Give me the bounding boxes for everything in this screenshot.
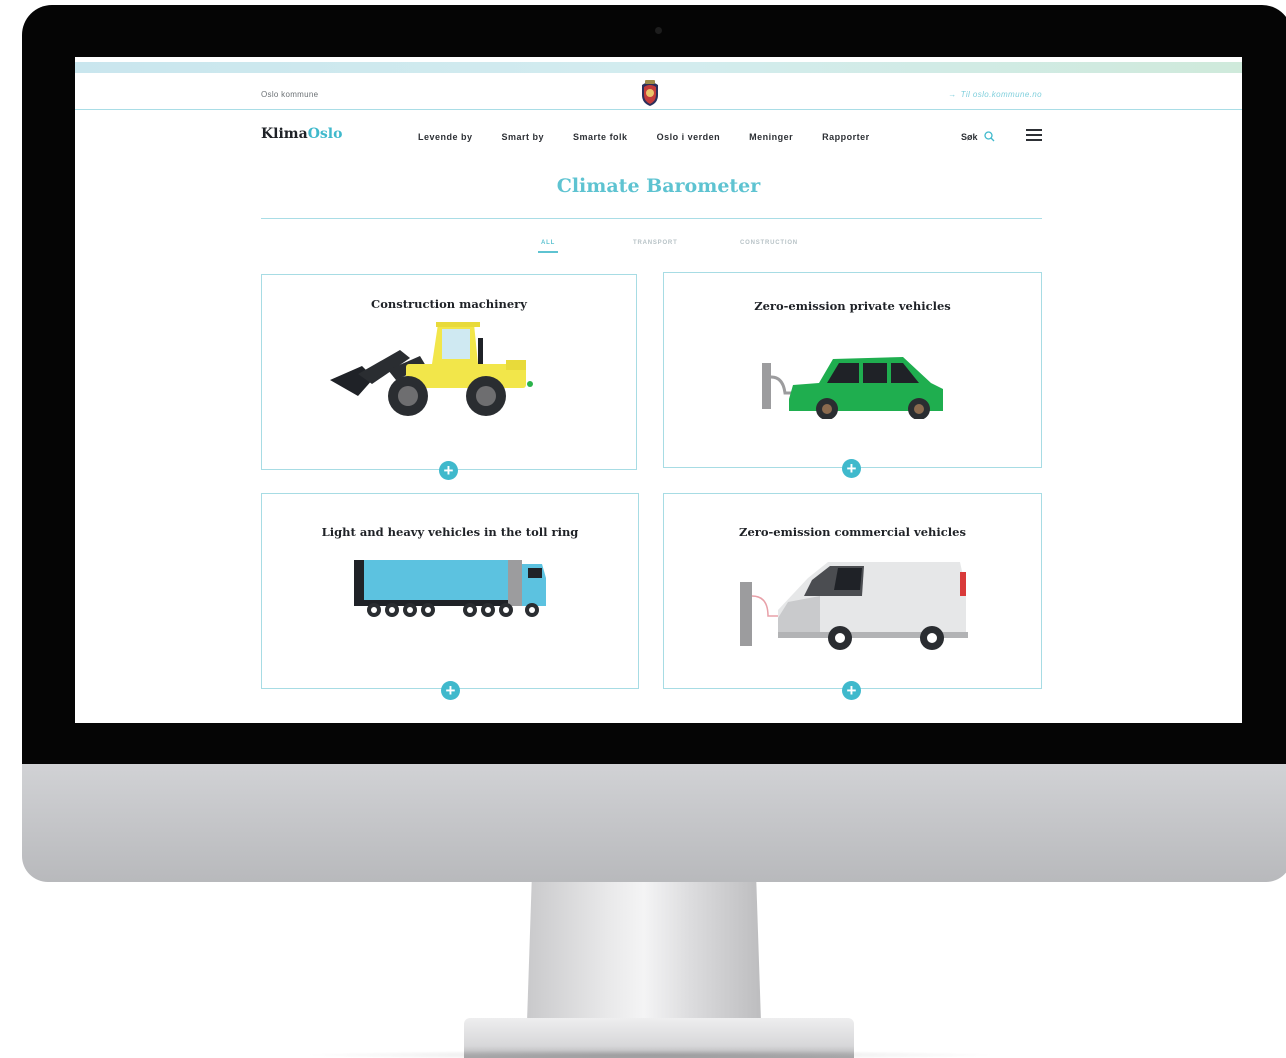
wheel-loader-icon	[330, 322, 533, 416]
arrow-right-icon: →	[948, 90, 957, 99]
card-title: Zero-emission private vehicles	[754, 299, 951, 313]
logo-text-oslo: Oslo	[307, 126, 343, 142]
electric-van-icon	[740, 562, 968, 650]
truck-icon	[354, 560, 546, 617]
tab-construction[interactable]: CONSTRUCTION	[740, 240, 798, 246]
card-construction-machinery[interactable]: Construction machinery +	[261, 274, 637, 480]
search-icon	[983, 131, 994, 142]
main-navbar: KlimaOslo Levende by Smart by Smarte fol…	[75, 117, 1242, 153]
card-title: Construction machinery	[371, 297, 527, 311]
top-color-band	[75, 62, 1242, 73]
tab-transport[interactable]: TRANSPORT	[633, 240, 678, 246]
nav-item-oslo-i-verden[interactable]: Oslo i verden	[657, 132, 721, 142]
expand-plus-button[interactable]: +	[439, 461, 458, 480]
stand-shadow	[300, 1050, 1000, 1058]
nav-item-smart-by[interactable]: Smart by	[502, 132, 545, 142]
camera-icon	[655, 27, 662, 34]
card-toll-ring-vehicles[interactable]: Light and heavy vehicles in the toll rin…	[261, 493, 639, 700]
nav-item-rapporter[interactable]: Rapporter	[822, 132, 870, 142]
expand-plus-button[interactable]: +	[441, 681, 460, 700]
nav-item-levende-by[interactable]: Levende by	[418, 132, 473, 142]
nav-menu: Levende by Smart by Smarte folk Oslo i v…	[418, 132, 899, 142]
page-title: Climate Barometer	[556, 175, 761, 197]
electric-car-icon	[762, 357, 943, 419]
utility-bar: Oslo kommune → Til oslo.kommune.no	[75, 73, 1242, 110]
search-label: Søk	[961, 131, 978, 142]
filter-tabs: ALL TRANSPORT CONSTRUCTION	[75, 240, 1242, 256]
search-button[interactable]: Søk	[961, 131, 995, 142]
external-link-oslo-kommune[interactable]: → Til oslo.kommune.no	[948, 90, 1042, 99]
browser-viewport: Oslo kommune → Til oslo.kommune.no KlimaO…	[75, 57, 1242, 723]
monitor-chin	[22, 764, 1286, 882]
klimaoslo-logo[interactable]: KlimaOslo	[261, 126, 342, 142]
nav-item-smarte-folk[interactable]: Smarte folk	[573, 132, 628, 142]
logo-text-klima: Klima	[261, 126, 308, 142]
monitor-stand-neck	[527, 882, 761, 1022]
hamburger-menu-icon[interactable]	[1026, 129, 1042, 141]
external-link-label: Til oslo.kommune.no	[960, 90, 1042, 99]
card-title: Light and heavy vehicles in the toll rin…	[321, 525, 579, 539]
card-zero-emission-private-vehicles[interactable]: Zero-emission private vehicles +	[663, 272, 1042, 478]
card-zero-emission-commercial-vehicles[interactable]: Zero-emission commercial vehicles +	[663, 493, 1042, 700]
nav-item-meninger[interactable]: Meninger	[749, 132, 793, 142]
tab-all[interactable]: ALL	[537, 240, 559, 253]
title-divider	[261, 218, 1042, 219]
org-name: Oslo kommune	[261, 90, 319, 99]
oslo-crest-icon	[642, 80, 658, 106]
card-title: Zero-emission commercial vehicles	[739, 525, 966, 539]
expand-plus-button[interactable]: +	[842, 681, 861, 700]
expand-plus-button[interactable]: +	[842, 459, 861, 478]
